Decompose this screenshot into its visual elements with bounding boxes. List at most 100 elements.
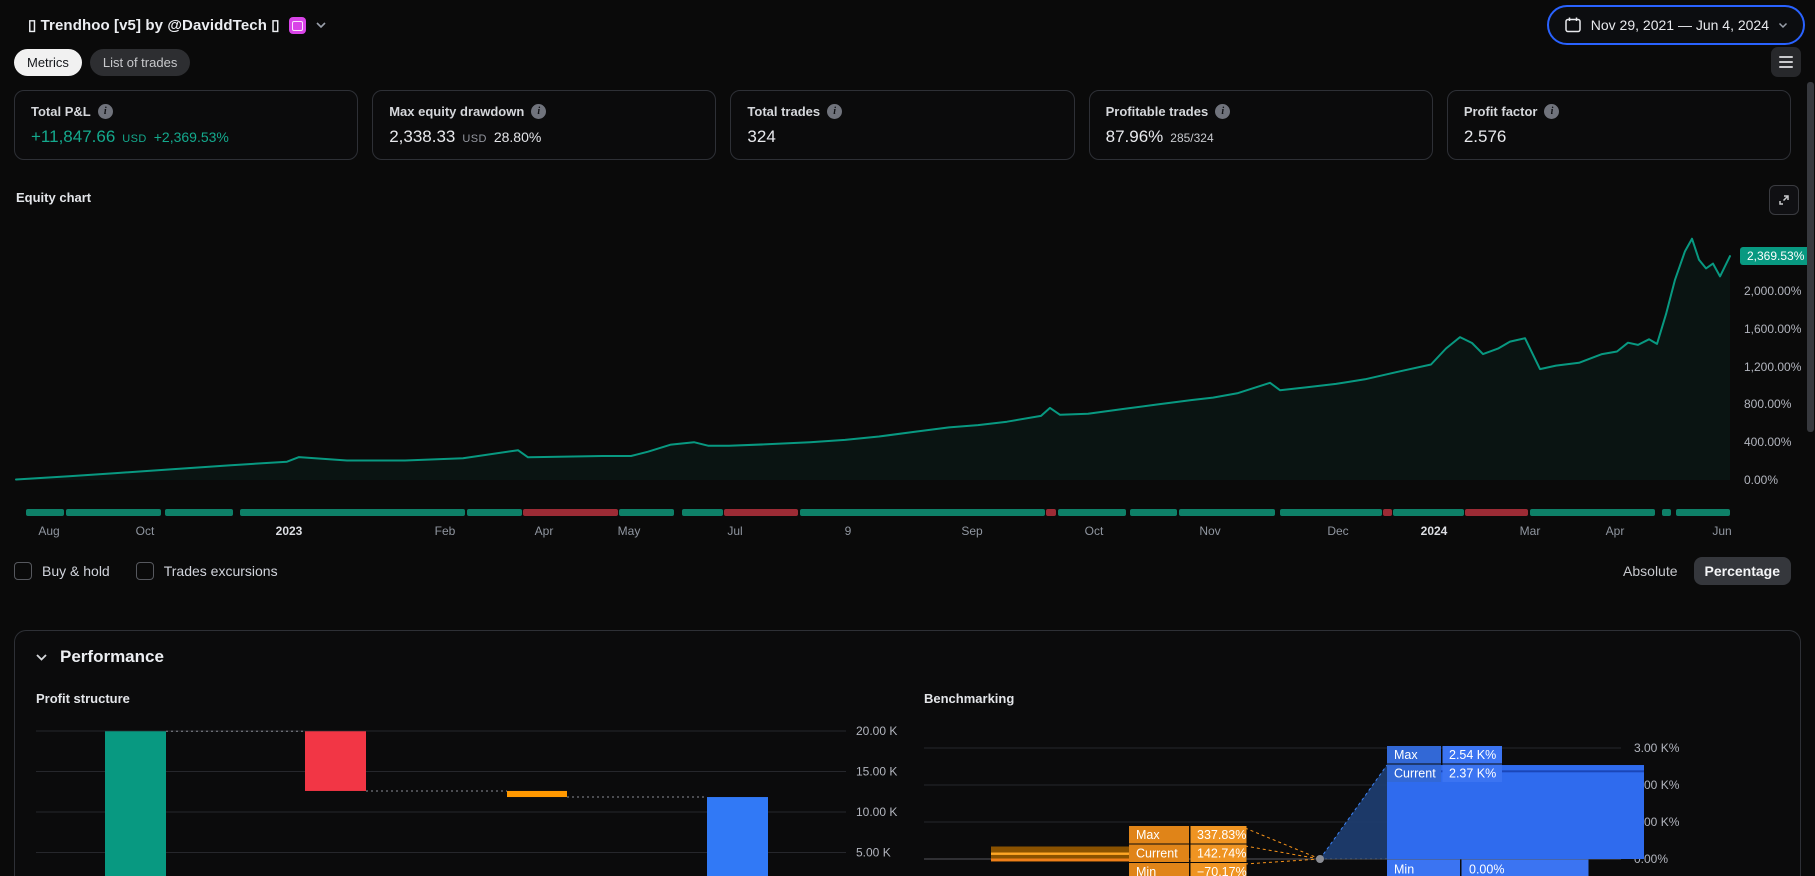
navigator-segment-profit bbox=[682, 509, 723, 516]
expand-icon bbox=[1779, 195, 1789, 205]
equity-x-tick: Dec bbox=[1327, 524, 1349, 538]
benchmarking-title: Benchmarking bbox=[924, 691, 1015, 706]
card-label: Total P&L i bbox=[31, 104, 341, 119]
chart-options-row: Buy & hold Trades excursions Absolute Pe… bbox=[14, 554, 1801, 588]
equity-x-tick: 2023 bbox=[275, 524, 303, 538]
card-value: 324 bbox=[747, 127, 1057, 147]
collapse-chevron-icon bbox=[36, 653, 47, 661]
navigator-segment-profit bbox=[66, 509, 161, 516]
equity-x-tick: Oct bbox=[1084, 524, 1104, 538]
card-label-text: Total P&L bbox=[31, 104, 91, 119]
equity-x-tick: Nov bbox=[1199, 524, 1221, 538]
navigator-segment-profit bbox=[240, 509, 465, 516]
navigator-segment-profit bbox=[1676, 509, 1730, 516]
equity-x-tick: Jul bbox=[727, 524, 743, 538]
toggle-label: Trades excursions bbox=[163, 563, 278, 579]
view-tabs: Metrics List of trades bbox=[14, 46, 1801, 78]
card-label-text: Profit factor bbox=[1463, 104, 1538, 119]
performance-header[interactable]: Performance bbox=[15, 631, 1800, 667]
layout-menu-button[interactable] bbox=[1771, 47, 1801, 77]
tab-metrics-label: Metrics bbox=[27, 54, 69, 70]
timeline-navigator[interactable] bbox=[16, 509, 1730, 516]
equity-y-tick: 800.00% bbox=[1744, 397, 1792, 412]
svg-text:Min: Min bbox=[1136, 865, 1156, 876]
value-currency: USD bbox=[122, 133, 147, 145]
toggle-trades-excursions[interactable]: Trades excursions bbox=[135, 562, 278, 580]
card-label-text: Profitable trades bbox=[1105, 104, 1209, 119]
card-label: Max equity drawdown i bbox=[389, 104, 699, 119]
equity-x-tick: Mar bbox=[1519, 524, 1541, 538]
navigator-segment-profit bbox=[619, 509, 674, 516]
card-value: 2,338.33 USD 28.80% bbox=[389, 127, 699, 147]
equity-x-tick: Apr bbox=[534, 524, 554, 538]
svg-text:142.74%: 142.74% bbox=[1197, 847, 1246, 861]
date-range-button[interactable]: Nov 29, 2021 — Jun 4, 2024 bbox=[1546, 5, 1805, 45]
equity-x-tick: May bbox=[617, 524, 641, 538]
benchmark-connector bbox=[1244, 858, 1321, 865]
tab-metrics[interactable]: Metrics bbox=[14, 48, 82, 76]
card-label-text: Max equity drawdown bbox=[389, 104, 525, 119]
card-total-pnl: Total P&L i +11,847.66 USD +2,369.53% bbox=[14, 90, 359, 160]
info-icon[interactable]: i bbox=[97, 104, 113, 119]
toggle-label: Buy & hold bbox=[42, 563, 110, 579]
svg-text:−70.17%: −70.17% bbox=[1197, 865, 1247, 876]
value-currency: USD bbox=[462, 133, 487, 145]
checkbox-trades-excursions[interactable] bbox=[135, 562, 154, 580]
equity-x-tick: Sep bbox=[961, 524, 983, 538]
value-main: 324 bbox=[747, 127, 776, 146]
navigator-segment-profit bbox=[26, 509, 64, 516]
navigator-segment-profit bbox=[1058, 509, 1126, 516]
value-secondary: 28.80% bbox=[493, 129, 542, 145]
profit-structure-chart: 20.00 K 15.00 K 10.00 K 5.00 K bbox=[36, 724, 897, 876]
navigator-segment-loss bbox=[1383, 509, 1392, 516]
origin-dot bbox=[1316, 855, 1324, 863]
card-total-trades: Total trades i 324 bbox=[730, 90, 1075, 160]
info-icon[interactable]: i bbox=[827, 104, 843, 119]
info-icon[interactable]: i bbox=[1215, 104, 1231, 119]
strategy-chevron-down-icon[interactable] bbox=[315, 21, 327, 29]
info-icon[interactable]: i bbox=[1544, 104, 1560, 119]
equity-x-tick: 9 bbox=[844, 524, 852, 538]
svg-text:Current: Current bbox=[1394, 767, 1436, 781]
svg-text:3.00 K%: 3.00 K% bbox=[1634, 741, 1680, 755]
performance-section: Performance Profit structure Benchmarkin… bbox=[14, 630, 1801, 876]
value-main: 87.96% bbox=[1105, 127, 1164, 146]
toggle-buy-and-hold[interactable]: Buy & hold bbox=[14, 562, 110, 580]
navigator-segment-profit bbox=[467, 509, 522, 516]
equity-x-tick: Jun bbox=[1712, 524, 1732, 538]
value-secondary: +2,369.53% bbox=[153, 129, 229, 145]
menu-icon bbox=[1779, 56, 1793, 68]
svg-text:Current: Current bbox=[1136, 847, 1178, 861]
navigator-segment-profit bbox=[1662, 509, 1671, 516]
scrollbar-thumb[interactable] bbox=[1807, 82, 1814, 432]
navigator-segment-profit bbox=[800, 509, 1045, 516]
equity-x-tick: Feb bbox=[434, 524, 456, 538]
navigator-segment-profit bbox=[1130, 509, 1177, 516]
svg-text:Min: Min bbox=[1394, 863, 1414, 876]
value-main: 2.576 bbox=[1463, 127, 1507, 146]
tab-list-of-trades[interactable]: List of trades bbox=[89, 48, 191, 76]
svg-text:10.00 K: 10.00 K bbox=[856, 805, 897, 819]
expand-chart-button[interactable] bbox=[1769, 185, 1799, 215]
svg-text:337.83%: 337.83% bbox=[1197, 828, 1246, 842]
strategy-icon bbox=[288, 16, 306, 34]
equity-y-tick: 0.00% bbox=[1744, 473, 1779, 487]
checkbox-buy-and-hold[interactable] bbox=[14, 562, 32, 580]
card-profitable-trades: Profitable trades i 87.96% 285/324 bbox=[1088, 90, 1433, 160]
strategy-title: ▯ Trendhoo [v5] by @DaviddTech ▯ bbox=[28, 17, 280, 34]
waterfall-bar-commission bbox=[507, 790, 567, 798]
calendar-icon bbox=[1565, 17, 1581, 33]
equity-x-tick: Oct bbox=[135, 524, 155, 538]
performance-title: Performance bbox=[60, 647, 164, 666]
equity-x-tick: Apr bbox=[1605, 524, 1625, 538]
card-value: 2.576 bbox=[1464, 127, 1774, 147]
equity-current-value-badge: 2,369.53% bbox=[1740, 247, 1812, 266]
percentage-mode-button[interactable]: Percentage bbox=[1693, 557, 1791, 585]
absolute-mode-button[interactable]: Absolute bbox=[1623, 563, 1677, 579]
svg-text:Max: Max bbox=[1394, 748, 1418, 762]
benchmarking-chart: 3.00 K%2.00 K%1.00 K%0.00%Max 337.83%Curr… bbox=[924, 741, 1680, 876]
equity-chart-title: Equity chart bbox=[16, 190, 92, 205]
info-icon[interactable]: i bbox=[531, 104, 547, 119]
date-range-text: Nov 29, 2021 — Jun 4, 2024 bbox=[1590, 17, 1769, 33]
card-label: Profitable trades i bbox=[1106, 104, 1416, 119]
